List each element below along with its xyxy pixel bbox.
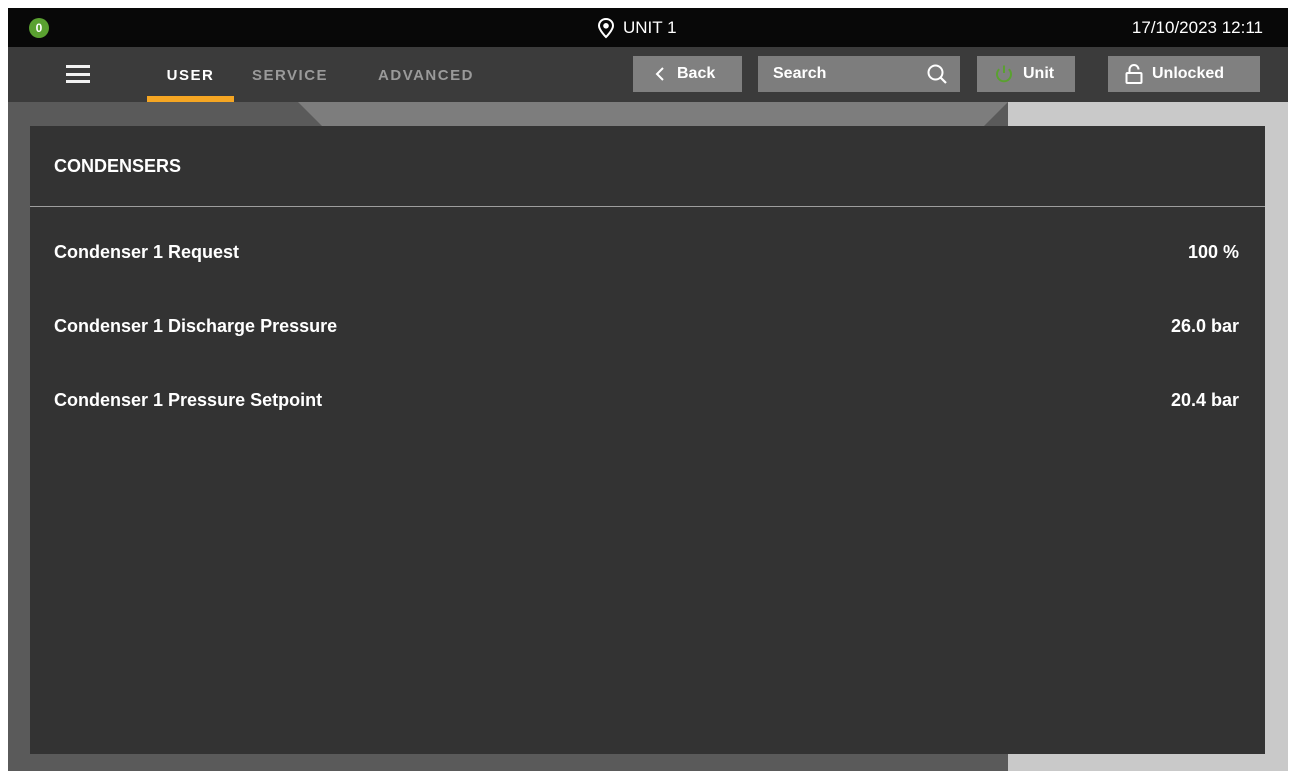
search-input[interactable]: Search xyxy=(758,56,960,92)
back-button[interactable]: Back xyxy=(633,56,742,92)
nav-bar: USER SERVICE ADVANCED Back Search Unit U… xyxy=(8,47,1288,102)
back-label: Back xyxy=(677,65,716,82)
row-value-pressure-setpoint: 20.4 bar xyxy=(1170,390,1239,410)
datetime: 17/10/2023 12:11 xyxy=(1131,18,1263,37)
row-value-discharge-pressure: 26.0 bar xyxy=(1170,316,1239,336)
lock-label: Unlocked xyxy=(1152,65,1225,82)
search-label: Search xyxy=(773,65,827,82)
power-icon xyxy=(996,65,1012,83)
unit-name: UNIT 1 xyxy=(623,17,677,37)
panel-title: CONDENSERS xyxy=(54,156,182,176)
lock-status-button[interactable]: Unlocked xyxy=(1108,56,1260,92)
condensers-panel: CONDENSERS Condenser 1 Request 100 % Con… xyxy=(30,126,1265,754)
row-label-pressure-setpoint: Condenser 1 Pressure Setpoint xyxy=(54,390,323,410)
top-status-bar: 0 UNIT 1 17/10/2023 12:11 xyxy=(8,8,1288,47)
unlocked-padlock-icon xyxy=(1125,64,1143,84)
row-value-condenser-request: 100 % xyxy=(1187,242,1239,262)
location-pin-icon xyxy=(597,17,615,38)
alarm-count-badge[interactable]: 0 xyxy=(29,18,49,38)
row-label-condenser-request: Condenser 1 Request xyxy=(54,242,240,262)
search-icon xyxy=(927,64,947,84)
tab-service[interactable]: SERVICE xyxy=(244,47,336,96)
unit-power-button[interactable]: Unit xyxy=(977,56,1075,92)
hamburger-menu-icon[interactable] xyxy=(66,65,90,83)
unit-button-label: Unit xyxy=(1023,65,1055,82)
app-frame: 0 UNIT 1 17/10/2023 12:11 USER SERVICE A… xyxy=(8,8,1288,771)
tab-user[interactable]: USER xyxy=(147,47,234,102)
divider xyxy=(30,206,1265,207)
tab-advanced[interactable]: ADVANCED xyxy=(365,47,487,96)
chevron-left-icon xyxy=(655,67,664,81)
unit-title: UNIT 1 xyxy=(596,8,677,47)
row-label-discharge-pressure: Condenser 1 Discharge Pressure xyxy=(54,316,338,336)
